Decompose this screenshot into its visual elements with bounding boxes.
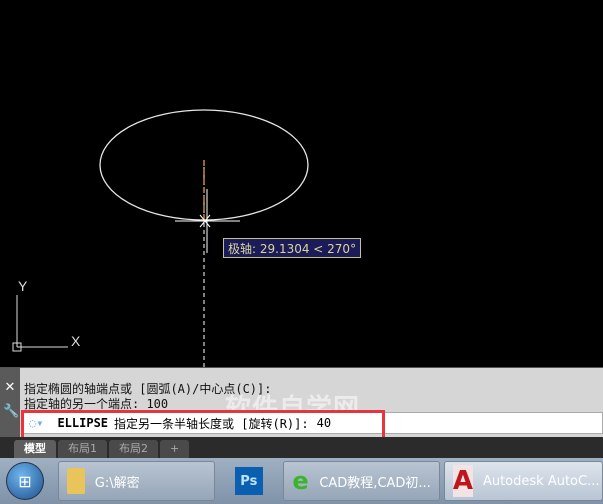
tab-layout1[interactable]: 布局1 [58,440,107,458]
layout-tabs: 模型 布局1 布局2 + [0,437,603,458]
taskbar-browser[interactable]: e CAD教程,CAD初... [282,461,440,501]
taskbar-photoshop[interactable]: Ps [219,461,279,501]
taskbar-label: Autodesk AutoC... [482,473,600,489]
history-line: 指定轴的另一个端点: 100 [24,397,169,411]
tab-model[interactable]: 模型 [14,440,56,458]
photoshop-icon: Ps [234,467,263,495]
command-options-icon[interactable]: ◌▾ [29,416,43,430]
ucs-x-label: X [71,333,81,349]
drawing-svg [12,109,309,367]
ucs-y-label: Y [18,278,28,294]
taskbar-explorer[interactable]: G:\解密 [57,461,215,501]
close-icon[interactable]: ✕ [3,380,17,395]
start-button[interactable]: ⊞ [6,462,44,500]
command-grip[interactable]: ✕ 🔧 [0,368,20,438]
wrench-icon[interactable]: 🔧 [3,404,19,419]
taskbar-label: CAD教程,CAD初... [319,475,431,491]
watermark: 软件自学网 [225,394,361,424]
tab-layout2[interactable]: 布局2 [109,440,158,458]
taskbar-autocad[interactable]: A Autodesk AutoC... [443,461,603,501]
taskbar: ⊞ G:\解密 Ps e CAD教程,CAD初... A Autodesk Au… [0,458,603,504]
folder-icon [66,468,85,494]
command-name: ELLIPSE [57,416,109,430]
taskbar-label: G:\解密 [94,475,140,491]
add-layout-button[interactable]: + [160,440,190,458]
drawing-canvas[interactable]: Y X 极轴: 29.1304 < 270° [0,0,603,367]
ie-icon: e [292,467,309,495]
ucs-icon [12,295,68,352]
polar-tooltip: 极轴: 29.1304 < 270° [223,238,362,258]
autocad-icon: A [452,465,473,497]
